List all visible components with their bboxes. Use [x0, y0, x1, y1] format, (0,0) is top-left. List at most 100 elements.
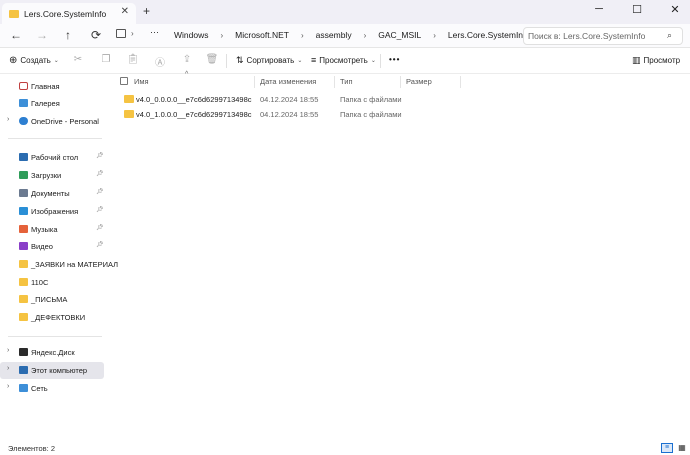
- view-label: Просмотреть: [319, 55, 368, 65]
- sidebar-item-desktop[interactable]: Рабочий стол 📌︎: [0, 149, 104, 166]
- pin-icon[interactable]: 📌︎: [96, 224, 104, 231]
- sidebar-item-this-pc[interactable]: › Этот компьютер: [0, 362, 104, 379]
- column-header-date[interactable]: Дата изменения: [260, 77, 316, 86]
- create-button[interactable]: ⊕ Создать ⌄: [9, 55, 59, 66]
- column-header-size[interactable]: Размер: [406, 77, 432, 86]
- column-divider[interactable]: [460, 76, 461, 88]
- file-date: 04.12.2024 18:55: [260, 95, 319, 104]
- more-options-button[interactable]: •••: [389, 55, 400, 64]
- column-divider[interactable]: [334, 76, 335, 88]
- rename-icon[interactable]: Ⓐ: [153, 54, 167, 69]
- sidebar-item-videos[interactable]: Видео 📌︎: [0, 238, 104, 255]
- preview-label: Просмотр: [643, 56, 681, 65]
- file-type: Папка с файлами: [340, 95, 402, 104]
- column-header-name[interactable]: Имя: [134, 77, 149, 86]
- chevron-right-icon: ›: [131, 29, 134, 38]
- breadcrumb-microsoft-net[interactable]: Microsoft.NET: [231, 30, 293, 40]
- chevron-right-icon[interactable]: ›: [7, 347, 9, 354]
- file-list: ^ Имя Дата изменения Тип Размер v4.0_0.0…: [106, 71, 690, 439]
- breadcrumb-lers-core-systeminfo[interactable]: Lers.Core.SystemInfo: [444, 30, 534, 40]
- navigation-pane: Главная Галерея › OneDrive - Personal Ра…: [0, 74, 118, 439]
- breadcrumb-assembly[interactable]: assembly: [312, 30, 356, 40]
- share-icon[interactable]: ⇪: [180, 54, 194, 65]
- sidebar-item-folder[interactable]: _ПИСЬМА: [0, 291, 104, 308]
- new-tab-button[interactable]: +: [143, 4, 150, 18]
- chevron-right-icon[interactable]: ›: [7, 383, 9, 390]
- sidebar-item-gallery[interactable]: Галерея: [0, 95, 104, 112]
- more-crumbs-icon[interactable]: ···: [150, 27, 159, 37]
- preview-button[interactable]: ▥ Просмотр: [632, 55, 680, 66]
- cloud-icon: [19, 117, 28, 125]
- minimize-button[interactable]: ─: [592, 3, 606, 15]
- sidebar-item-folder[interactable]: 110С: [0, 274, 104, 291]
- delete-icon[interactable]: 🗑︎: [205, 54, 219, 65]
- search-input[interactable]: Поиск в: Lers.Core.SystemInfo: [523, 27, 683, 45]
- up-icon[interactable]: ↑: [61, 28, 75, 42]
- view-button[interactable]: ≡ Просмотреть ⌄: [311, 55, 376, 65]
- sidebar-item-onedrive[interactable]: › OneDrive - Personal: [0, 113, 104, 130]
- sidebar-item-documents[interactable]: Документы 📌︎: [0, 185, 104, 202]
- sidebar-item-folder[interactable]: _ЗАЯВКИ на МАТЕРИАЛ: [0, 256, 118, 273]
- pin-icon[interactable]: 📌︎: [96, 170, 104, 177]
- sidebar-item-yandex-disk[interactable]: › Яндекс.Диск: [0, 344, 104, 361]
- sidebar-item-label: 110С: [31, 278, 49, 287]
- folder-icon: [19, 313, 28, 321]
- home-icon: [19, 82, 28, 90]
- select-all-checkbox[interactable]: [120, 77, 128, 85]
- view-icon: ≡: [311, 55, 317, 65]
- command-bar: ⊕ Создать ⌄ ✂ ❐ 📋︎ Ⓐ ⇪ 🗑︎ ⇅ Сортировать …: [0, 48, 690, 74]
- maximize-button[interactable]: ☐: [630, 3, 644, 16]
- monitor-icon[interactable]: [116, 29, 126, 38]
- tab-title: Lers.Core.SystemInfo: [24, 8, 107, 19]
- sort-label: Сортировать: [246, 56, 295, 65]
- back-icon[interactable]: ←: [9, 28, 23, 42]
- paste-icon[interactable]: 📋︎: [126, 54, 140, 65]
- plus-circle-icon: ⊕: [9, 55, 18, 66]
- refresh-icon[interactable]: ⟳: [89, 28, 103, 42]
- table-row[interactable]: v4.0_0.0.0.0__e7c6d6299713498c 04.12.202…: [120, 92, 520, 107]
- column-divider[interactable]: [400, 76, 401, 88]
- sort-button[interactable]: ⇅ Сортировать ⌄: [236, 55, 302, 66]
- details-view-icon[interactable]: ≡: [661, 443, 673, 453]
- pin-icon[interactable]: 📌︎: [96, 206, 104, 213]
- computer-icon: [19, 366, 28, 374]
- sidebar-item-network[interactable]: › Сеть: [0, 380, 104, 397]
- pin-icon[interactable]: 📌︎: [96, 152, 104, 159]
- sidebar-item-label: Музыка: [31, 225, 58, 234]
- tab-current[interactable]: Lers.Core.SystemInfo ✕: [2, 3, 136, 24]
- chevron-right-icon[interactable]: ›: [7, 365, 9, 372]
- sidebar-item-label: Главная: [31, 82, 60, 91]
- folder-icon: [19, 260, 28, 268]
- search-icon[interactable]: ⌕: [667, 30, 672, 41]
- toolbar-divider: [226, 54, 227, 68]
- pin-icon[interactable]: 📌︎: [96, 188, 104, 195]
- breadcrumb-gac-msil[interactable]: GAC_MSIL: [374, 30, 425, 40]
- sidebar-item-pictures[interactable]: Изображения 📌︎: [0, 203, 104, 220]
- sort-arrow-icon: ^: [185, 71, 189, 78]
- sidebar-divider: [8, 336, 102, 337]
- forward-icon[interactable]: →: [35, 28, 49, 42]
- sidebar-item-downloads[interactable]: Загрузки 📌︎: [0, 167, 104, 184]
- copy-icon[interactable]: ❐: [99, 54, 113, 65]
- breadcrumb-windows[interactable]: Windows: [170, 30, 212, 40]
- item-count: Элементов: 2: [8, 444, 56, 453]
- chevron-right-icon[interactable]: ›: [7, 116, 9, 123]
- sidebar-item-label: Яндекс.Диск: [31, 348, 75, 357]
- column-header-type[interactable]: Тип: [340, 77, 353, 86]
- chevron-right-icon: ›: [220, 30, 224, 40]
- tab-close-icon[interactable]: ✕: [121, 6, 129, 17]
- file-date: 04.12.2024 18:55: [260, 110, 319, 119]
- close-button[interactable]: ✕: [668, 3, 682, 16]
- sidebar-item-folder[interactable]: _ДЕФЕКТОВКИ: [0, 309, 104, 326]
- table-row[interactable]: v4.0_1.0.0.0__e7c6d6299713498c 04.12.202…: [120, 107, 520, 122]
- folder-icon: [124, 95, 134, 103]
- cut-icon[interactable]: ✂: [71, 54, 85, 65]
- chevron-down-icon: ⌄: [53, 58, 59, 64]
- sidebar-item-music[interactable]: Музыка 📌︎: [0, 221, 104, 238]
- sidebar-item-home[interactable]: Главная: [0, 78, 104, 95]
- tiles-view-icon[interactable]: ▦: [676, 443, 688, 453]
- pin-icon[interactable]: 📌︎: [96, 241, 104, 248]
- sidebar-item-label: Рабочий стол: [31, 153, 79, 162]
- breadcrumb: Windows › Microsoft.NET › assembly › GAC…: [170, 30, 553, 40]
- column-divider[interactable]: [254, 76, 255, 88]
